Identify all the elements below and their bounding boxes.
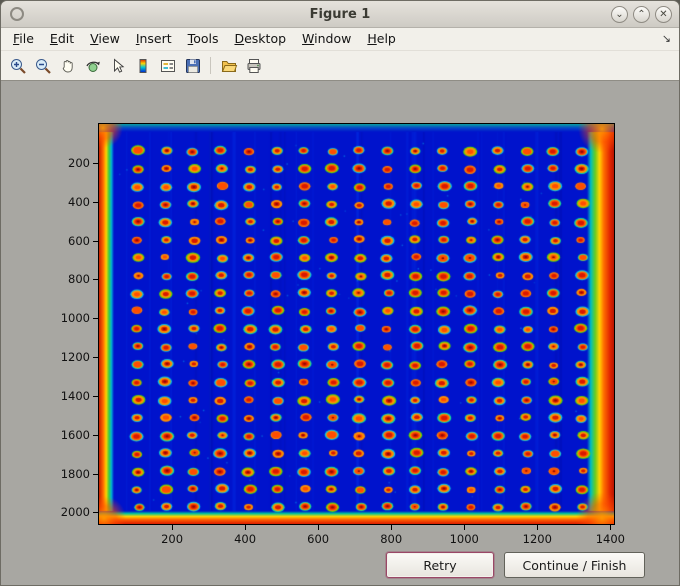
pan-hand-icon[interactable] bbox=[56, 54, 79, 77]
y-tick-label: 1800 bbox=[60, 466, 90, 481]
y-tick-label: 200 bbox=[68, 155, 90, 170]
x-tick bbox=[537, 525, 539, 530]
menu-view[interactable]: View bbox=[82, 28, 128, 50]
x-tick bbox=[464, 525, 466, 530]
x-tick bbox=[391, 525, 393, 530]
zoom-out-icon[interactable] bbox=[31, 54, 54, 77]
x-tick-label: 1000 bbox=[449, 532, 479, 546]
y-tick-label: 600 bbox=[68, 233, 90, 248]
x-tick-label: 1200 bbox=[522, 532, 552, 546]
menu-file[interactable]: File bbox=[5, 28, 42, 50]
window-controls: ⌄ ⌃ ✕ bbox=[611, 5, 672, 23]
menu-window[interactable]: Window bbox=[294, 28, 359, 50]
title-bar[interactable]: Figure 1 ⌄ ⌃ ✕ bbox=[1, 1, 679, 28]
legend-icon[interactable] bbox=[156, 54, 179, 77]
open-folder-icon[interactable] bbox=[217, 54, 240, 77]
menu-help[interactable]: Help bbox=[359, 28, 404, 50]
dock-figure-icon[interactable]: ↘ bbox=[662, 28, 671, 50]
figure-window: Figure 1 ⌄ ⌃ ✕ File Edit View Insert Too… bbox=[0, 0, 680, 586]
y-tick-label: 400 bbox=[68, 194, 90, 209]
print-icon[interactable] bbox=[242, 54, 265, 77]
x-tick-label: 200 bbox=[161, 532, 184, 546]
window-menu-icon[interactable] bbox=[10, 7, 24, 21]
x-tick bbox=[172, 525, 174, 530]
y-tick bbox=[93, 279, 98, 281]
y-tick-label: 1000 bbox=[60, 311, 90, 326]
save-icon[interactable] bbox=[181, 54, 204, 77]
y-tick bbox=[93, 512, 98, 514]
y-tick bbox=[93, 201, 98, 203]
y-tick-label: 1600 bbox=[60, 427, 90, 442]
menu-edit[interactable]: Edit bbox=[42, 28, 82, 50]
continue-finish-button[interactable]: Continue / Finish bbox=[504, 552, 645, 578]
maximize-button[interactable]: ⌃ bbox=[633, 5, 650, 23]
close-button[interactable]: ✕ bbox=[655, 5, 672, 23]
menu-tools[interactable]: Tools bbox=[180, 28, 227, 50]
y-tick bbox=[93, 434, 98, 436]
data-cursor-icon[interactable] bbox=[106, 54, 129, 77]
menu-insert[interactable]: Insert bbox=[128, 28, 180, 50]
colorbar-icon[interactable] bbox=[131, 54, 154, 77]
y-tick bbox=[93, 357, 98, 358]
x-tick bbox=[318, 525, 320, 530]
zoom-in-icon[interactable] bbox=[6, 54, 29, 77]
x-tick bbox=[610, 525, 612, 530]
y-tick bbox=[93, 395, 98, 397]
toolbar-separator bbox=[210, 57, 211, 74]
x-tick-label: 800 bbox=[380, 532, 403, 546]
y-tick-label: 1200 bbox=[60, 350, 90, 364]
shade-button[interactable]: ⌄ bbox=[611, 5, 628, 23]
y-tick-label: 2000 bbox=[60, 505, 90, 520]
menu-desktop[interactable]: Desktop bbox=[226, 28, 294, 50]
figure-canvas-area: 200 400 600 800 1000 1200 1400 200 400 600 800 1000… bbox=[1, 81, 679, 585]
figure-toolbar bbox=[1, 51, 679, 81]
x-tick-label: 1400 bbox=[595, 532, 625, 546]
y-tick bbox=[93, 318, 98, 320]
x-tick bbox=[245, 525, 247, 530]
y-tick bbox=[93, 162, 98, 164]
menu-bar: File Edit View Insert Tools Desktop Wind… bbox=[1, 28, 679, 51]
figure-image[interactable] bbox=[99, 124, 614, 524]
window-title: Figure 1 bbox=[309, 6, 371, 22]
y-tick bbox=[93, 473, 98, 475]
y-tick bbox=[93, 240, 98, 242]
plot-area: 200 400 600 800 1000 1200 1400 200 400 600 800 1000… bbox=[61, 123, 625, 546]
rotate-3d-icon[interactable] bbox=[81, 54, 104, 77]
x-tick-label: 400 bbox=[234, 532, 257, 546]
y-tick-label: 1400 bbox=[60, 388, 90, 403]
y-tick-label: 800 bbox=[68, 272, 90, 287]
retry-button[interactable]: Retry bbox=[386, 552, 494, 578]
x-tick-label: 600 bbox=[307, 532, 330, 546]
